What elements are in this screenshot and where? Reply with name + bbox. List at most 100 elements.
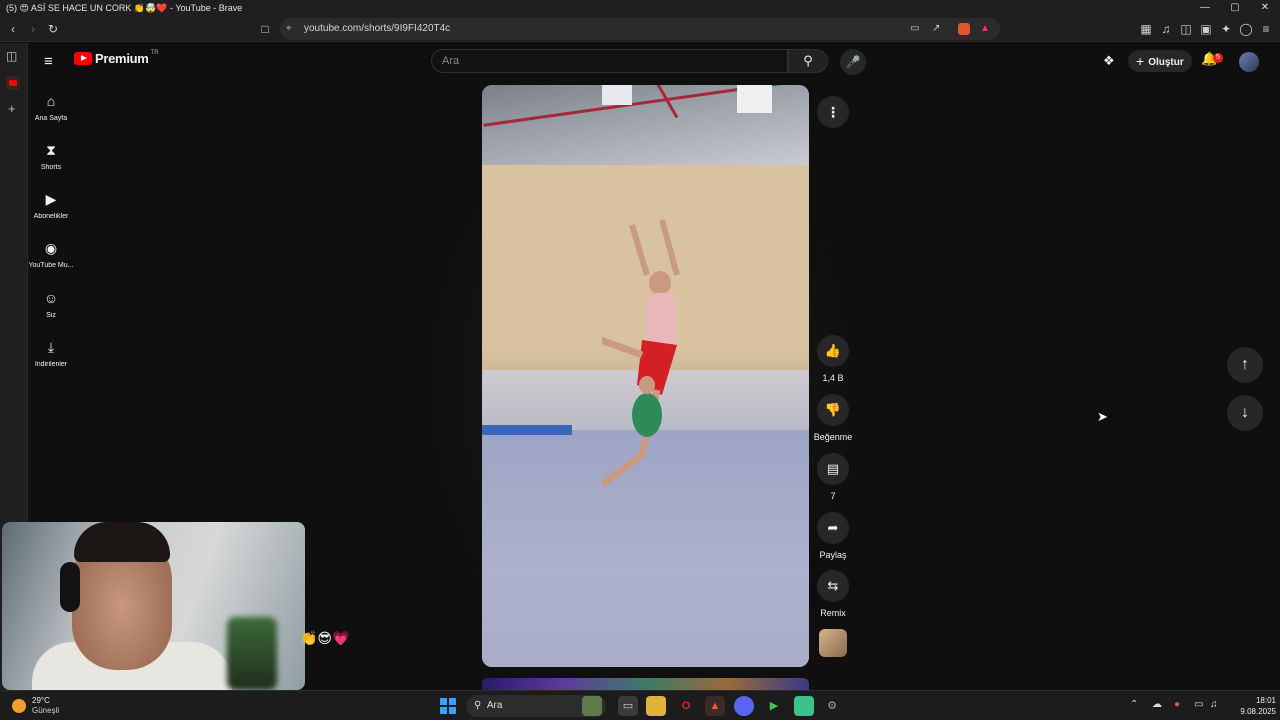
dislike-label: Beğenme — [813, 432, 853, 442]
logo-region: TR — [150, 49, 159, 56]
tray-expand-icon[interactable]: ⌃ — [1130, 699, 1138, 710]
site-info-icon[interactable]: ⌖ — [286, 18, 292, 40]
remix-button[interactable]: ⇆ — [817, 570, 849, 602]
nav-item-label: YouTube Mu... — [28, 262, 74, 269]
leo-ai-icon[interactable]: ✦ — [1217, 20, 1235, 38]
reload-icon[interactable]: ↻ — [44, 20, 62, 38]
windows-start-icon[interactable] — [440, 698, 456, 714]
task-view-icon[interactable]: ▭ — [618, 696, 638, 716]
clock-time: 18:01 — [1255, 696, 1276, 705]
system-clock[interactable]: 18:01 9.08.2025 — [1226, 695, 1276, 717]
media-player-icon[interactable]: ▶ — [764, 696, 784, 716]
clips-icon[interactable]: ❖ — [1103, 53, 1115, 69]
window-titlebar: (5) 😍 ASÍ SE HACE UN CORK 👏🤯❤️ - YouTube… — [0, 0, 1280, 16]
maximize-button[interactable]: ▢ — [1220, 0, 1250, 16]
address-bar[interactable]: ⌖ youtube.com/shorts/9I9FI420T4c ▭ ↗ ▲ — [280, 18, 1000, 40]
emoji-overlay: 👏😎💗 — [300, 630, 350, 646]
you-icon: ☺ — [43, 290, 59, 306]
youtube-logo-icon — [74, 52, 92, 65]
next-short-button[interactable]: ↓ — [1227, 395, 1263, 431]
nav-item-label: Ana Sayfa — [34, 115, 68, 122]
share-action[interactable]: ➦ Paylaş — [813, 512, 853, 560]
window-controls: — ▢ ✕ — [1190, 0, 1280, 16]
search-box[interactable] — [431, 49, 788, 73]
steam-icon[interactable]: ⚙ — [822, 696, 842, 716]
share-arrow-icon: ➦ — [827, 520, 839, 535]
nav-item-subscriptions[interactable]: ▶ Abonelikler — [28, 191, 74, 220]
nav-item-label: Abonelikler — [33, 213, 69, 220]
brave-rewards-icon[interactable]: ▲ — [980, 18, 990, 40]
cast-icon[interactable]: ▭ — [910, 18, 919, 40]
comments-button[interactable]: ▤ — [817, 453, 849, 485]
volume-icon[interactable]: ♫ — [1210, 699, 1218, 710]
weather-widget[interactable]: 29°C Güneşli — [12, 696, 59, 716]
share-button[interactable]: ➦ — [817, 512, 849, 544]
mic-tray-icon[interactable]: ● — [1174, 699, 1180, 710]
discord-icon[interactable] — [734, 696, 754, 716]
search-icon: ⚲ — [474, 700, 482, 711]
hamburger-menu-icon[interactable]: ≡ — [44, 53, 53, 70]
menu-icon[interactable]: ≡ — [1257, 20, 1275, 38]
browser-toolbar: ‹ › ↻ □ ⌖ youtube.com/shorts/9I9FI420T4c… — [0, 16, 1280, 42]
voice-search-button[interactable]: 🎤 — [840, 49, 866, 75]
dislike-button[interactable]: 👎 — [817, 394, 849, 426]
back-icon[interactable]: ‹ — [4, 20, 22, 38]
previous-short-button[interactable]: ↑ — [1227, 347, 1263, 383]
dislike-action[interactable]: 👎 Beğenme — [813, 394, 853, 442]
remix-action[interactable]: ⇆ Remix — [813, 570, 853, 618]
window-title: (5) 😍 ASÍ SE HACE UN CORK 👏🤯❤️ - YouTube… — [6, 3, 243, 13]
nav-item-shorts[interactable]: ⧗ Shorts — [28, 142, 74, 171]
forward-icon[interactable]: › — [24, 20, 42, 38]
youtube-music-icon: ◉ — [44, 240, 58, 256]
search-button[interactable]: ⚲ — [788, 49, 828, 73]
nav-item-downloads[interactable]: ⤓ İndirilenler — [28, 339, 74, 368]
downloads-icon: ⤓ — [47, 339, 55, 355]
create-button[interactable]: + Oluştur — [1128, 50, 1192, 72]
brave-shields-icon[interactable] — [958, 23, 970, 35]
sidebar-toggle-icon[interactable]: ◫ — [1177, 20, 1195, 38]
sound-thumbnail[interactable] — [819, 629, 847, 657]
vpn-icon[interactable]: ◯ — [1237, 20, 1255, 38]
add-panel-icon[interactable]: + — [8, 101, 16, 116]
webcam-overlay — [2, 522, 305, 690]
bookmark-icon[interactable]: □ — [256, 20, 274, 38]
webcam-hair — [74, 522, 170, 562]
arrow-down-icon: ↓ — [1241, 404, 1249, 421]
url-text[interactable]: youtube.com/shorts/9I9FI420T4c — [304, 18, 450, 40]
display-icon[interactable]: ▭ — [1194, 699, 1203, 710]
mouse-cursor-icon: ➤ — [1097, 409, 1108, 424]
media-icon[interactable]: ♫ — [1157, 20, 1175, 38]
nav-item-youtube-music[interactable]: ◉ YouTube Mu... — [28, 240, 74, 269]
nav-item-you[interactable]: ☺ Siz — [28, 290, 74, 319]
wallet-icon[interactable]: ▣ — [1197, 20, 1215, 38]
onedrive-icon[interactable]: ☁ — [1152, 699, 1162, 710]
plus-icon: + — [1136, 53, 1145, 69]
close-button[interactable]: ✕ — [1250, 0, 1280, 16]
more-vertical-icon: ⋮ — [826, 104, 840, 120]
opera-icon[interactable]: O — [676, 696, 696, 716]
widget-app-icon[interactable] — [582, 696, 602, 716]
brave-icon[interactable]: ▲ — [705, 696, 725, 716]
more-options-button[interactable]: ⋮ — [817, 96, 849, 128]
short-video-player[interactable] — [482, 85, 809, 667]
file-explorer-icon[interactable] — [646, 696, 666, 716]
share-icon[interactable]: ↗ — [932, 18, 940, 40]
side-panel-icon[interactable]: ◫ — [6, 49, 17, 63]
comment-count: 7 — [830, 491, 836, 501]
like-action[interactable]: 👍 1,4 B — [813, 335, 853, 383]
nav-item-home[interactable]: ⌂ Ana Sayfa — [28, 93, 74, 122]
like-button[interactable]: 👍 — [817, 335, 849, 367]
remix-label: Remix — [820, 608, 846, 618]
app-icon[interactable] — [794, 696, 814, 716]
comments-action[interactable]: ▤ 7 — [813, 453, 853, 501]
youtube-tab-icon[interactable] — [6, 76, 20, 90]
next-short-preview[interactable] — [482, 678, 809, 690]
like-count: 1,4 B — [822, 373, 844, 383]
search-input[interactable] — [442, 53, 762, 69]
extensions-icon[interactable]: ▦ — [1137, 20, 1155, 38]
youtube-premium-logo[interactable]: Premium TR — [74, 49, 159, 66]
minimize-button[interactable]: — — [1190, 0, 1220, 16]
account-avatar[interactable] — [1239, 52, 1259, 72]
youtube-header: ≡ Premium TR ⚲ 🎤 ❖ +Oluştur 🔔 5 — [28, 43, 1280, 81]
remix-icon: ⇆ — [827, 578, 839, 593]
